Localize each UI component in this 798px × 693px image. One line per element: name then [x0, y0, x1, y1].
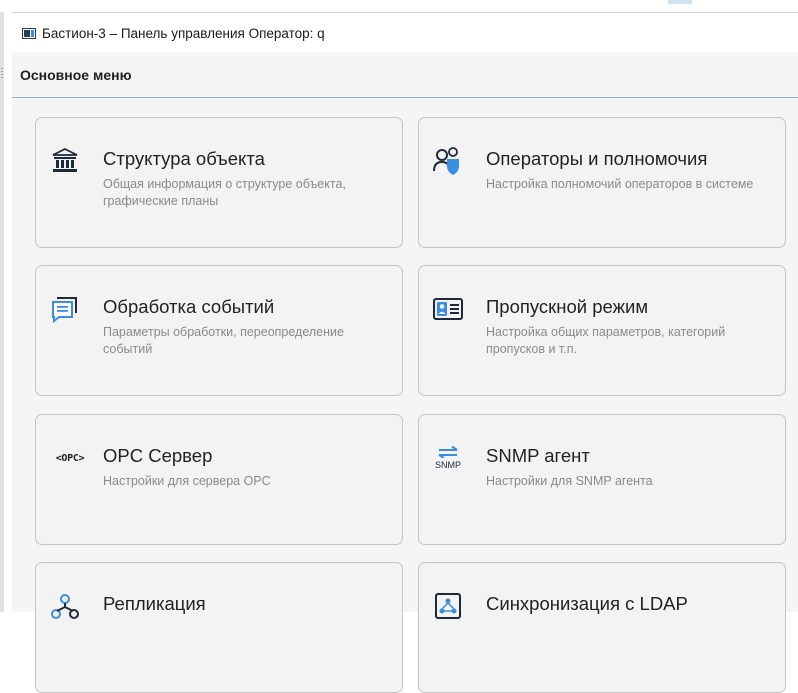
left-splitter[interactable] [0, 12, 4, 612]
snmp-icon: SNMP [433, 441, 463, 475]
ldap-sync-icon [433, 591, 463, 621]
card-description: Настройки для SNMP агента [486, 474, 653, 488]
main-content: Основное меню Структура объекта Общая ин… [12, 52, 798, 693]
card-title: Пропускной режим [486, 296, 649, 317]
card-ldap-sync[interactable]: Синхронизация с LDAP [418, 562, 786, 693]
id-card-icon [433, 294, 463, 324]
menu-header-title: Основное меню [20, 66, 132, 83]
snmp-icon-label: SNMP [434, 460, 461, 470]
card-title: Операторы и полномочия [486, 148, 708, 169]
card-snmp-agent[interactable]: SNMP SNMP агент Настройки для SNMP агент… [418, 414, 786, 545]
card-description: Параметры обработки, переопределение соб… [103, 325, 344, 356]
opc-icon-label: <OPC> [55, 452, 85, 464]
background-accent [668, 0, 692, 4]
chat-bubble-icon [50, 294, 80, 324]
window-title: Бастион-3 – Панель управления Оператор: … [42, 25, 325, 41]
splitter-grip-icon[interactable] [1, 68, 3, 78]
app-logo-icon [22, 27, 36, 39]
building-icon [50, 146, 80, 176]
replication-icon [50, 591, 80, 621]
menu-header: Основное меню [12, 52, 798, 98]
card-opc-server[interactable]: <OPC> OPC Сервер Настройки для сервера O… [35, 414, 403, 545]
card-object-structure[interactable]: Структура объекта Общая информация о стр… [35, 117, 403, 248]
card-title: Обработка событий [103, 296, 275, 317]
card-title: OPC Сервер [103, 445, 213, 466]
card-replication[interactable]: Репликация [35, 562, 403, 693]
card-description: Настройка общих параметров, категорий пр… [486, 325, 726, 356]
card-title: Структура объекта [103, 148, 265, 169]
card-access-control[interactable]: Пропускной режим Настройка общих парамет… [418, 265, 786, 396]
opc-icon: <OPC> [48, 443, 92, 473]
card-operators-permissions[interactable]: Операторы и полномочия Настройка полномо… [418, 117, 786, 248]
card-description: Общая информация о структуре объекта, гр… [103, 177, 346, 208]
window-titlebar[interactable]: Бастион-3 – Панель управления Оператор: … [12, 12, 798, 53]
operators-shield-icon [433, 146, 463, 176]
card-description: Настройки для сервера OPC [103, 474, 271, 488]
card-title: SNMP агент [486, 445, 590, 466]
card-description: Настройка полномочий операторов в систем… [486, 177, 754, 191]
card-event-processing[interactable]: Обработка событий Параметры обработки, п… [35, 265, 403, 396]
